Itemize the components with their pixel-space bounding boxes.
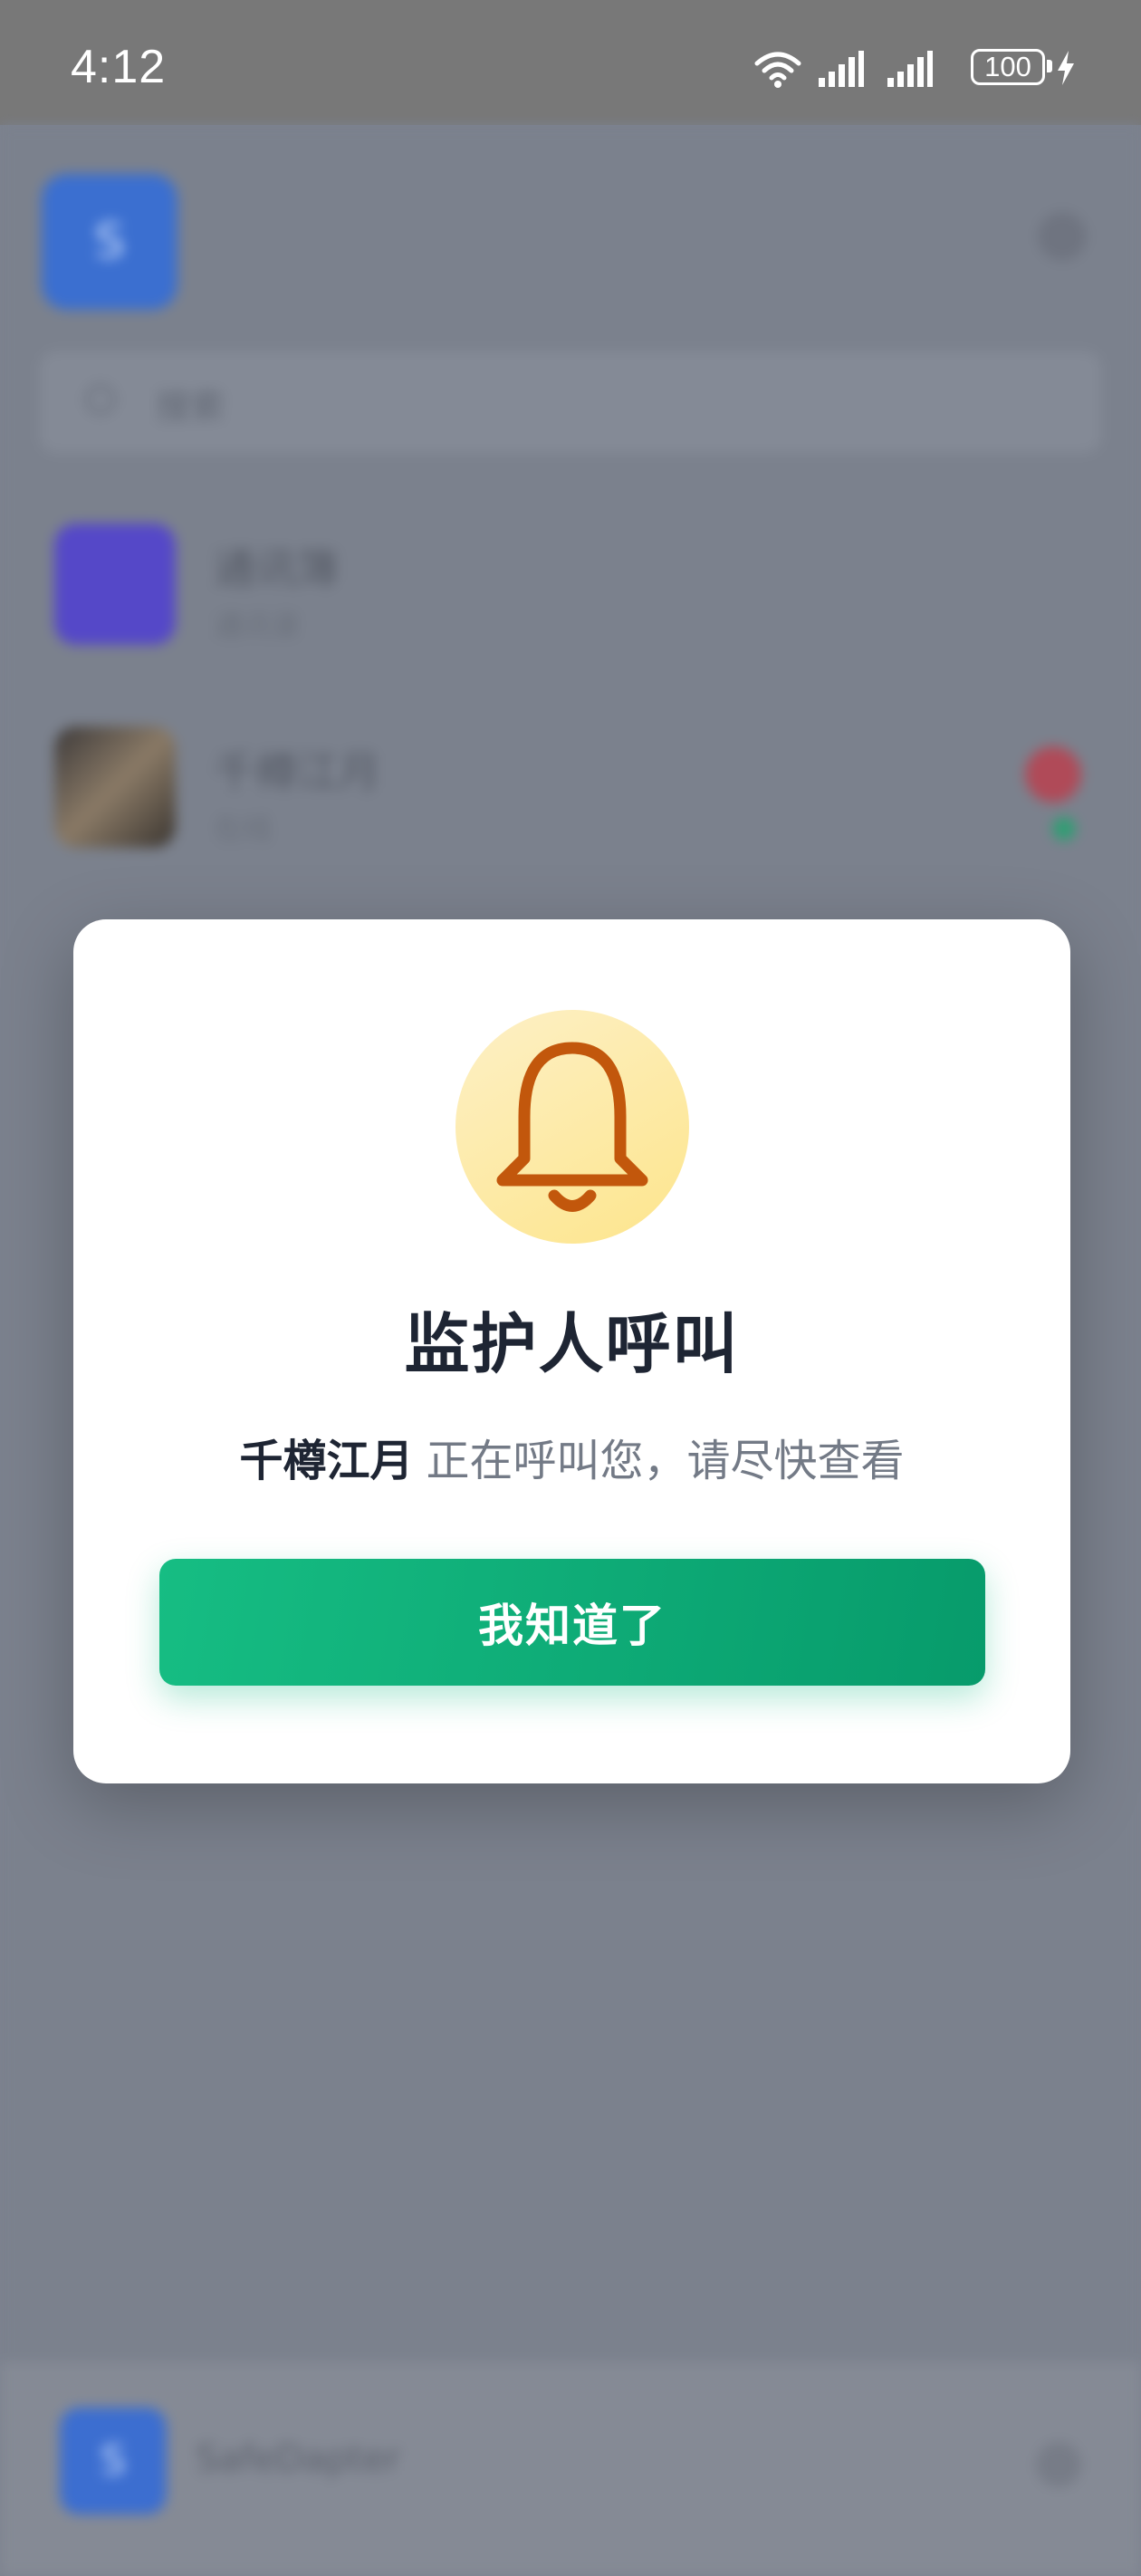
bell-icon bbox=[496, 1042, 648, 1212]
unread-badge bbox=[1025, 746, 1081, 803]
online-dot bbox=[1052, 817, 1076, 841]
status-bar: 4:12 100 bbox=[0, 0, 1141, 125]
message-text: 正在呼叫您，请尽快查看 bbox=[426, 1436, 905, 1486]
search-icon bbox=[85, 384, 116, 415]
avatar bbox=[54, 726, 176, 848]
signal-icon bbox=[887, 51, 933, 87]
battery-tip bbox=[1047, 60, 1052, 72]
search-bar[interactable]: 搜索 bbox=[40, 351, 1101, 453]
status-time: 4:12 bbox=[71, 41, 167, 93]
bell-icon-container bbox=[455, 1010, 689, 1244]
list-item[interactable]: 千樽江月 在线 bbox=[54, 726, 1087, 857]
footer-username: SafeDapter bbox=[196, 2438, 401, 2480]
dialog-title: 监护人呼叫 bbox=[404, 1306, 740, 1382]
acknowledge-button[interactable]: 我知道了 bbox=[159, 1559, 985, 1686]
list-item-subtitle: 在线 bbox=[214, 812, 273, 846]
list-item-subtitle: 通讯录 bbox=[214, 609, 302, 643]
caller-name: 千樽江月 bbox=[239, 1436, 414, 1486]
avatar bbox=[54, 524, 176, 645]
dialog-message: 千樽江月 正在呼叫您，请尽快查看 bbox=[73, 1425, 1070, 1488]
footer-bar: S SafeDapter bbox=[0, 2362, 1141, 2576]
list-item-name: 千樽江月 bbox=[214, 747, 380, 796]
profile-avatar[interactable]: S bbox=[42, 174, 177, 310]
list-item-name: 通讯簿 bbox=[214, 544, 339, 593]
battery-icon: 100 bbox=[971, 49, 1045, 85]
charging-icon bbox=[1058, 51, 1074, 85]
wifi-icon bbox=[754, 52, 801, 88]
guardian-call-dialog: 监护人呼叫 千樽江月 正在呼叫您，请尽快查看 我知道了 bbox=[73, 919, 1070, 1783]
settings-icon[interactable] bbox=[1038, 212, 1087, 261]
signal-icon bbox=[819, 51, 864, 87]
list-item[interactable]: 通讯簿 通讯录 bbox=[54, 524, 1087, 654]
footer-avatar[interactable]: S bbox=[60, 2408, 167, 2514]
footer-settings-icon[interactable] bbox=[1036, 2442, 1081, 2487]
search-placeholder: 搜索 bbox=[156, 387, 225, 427]
